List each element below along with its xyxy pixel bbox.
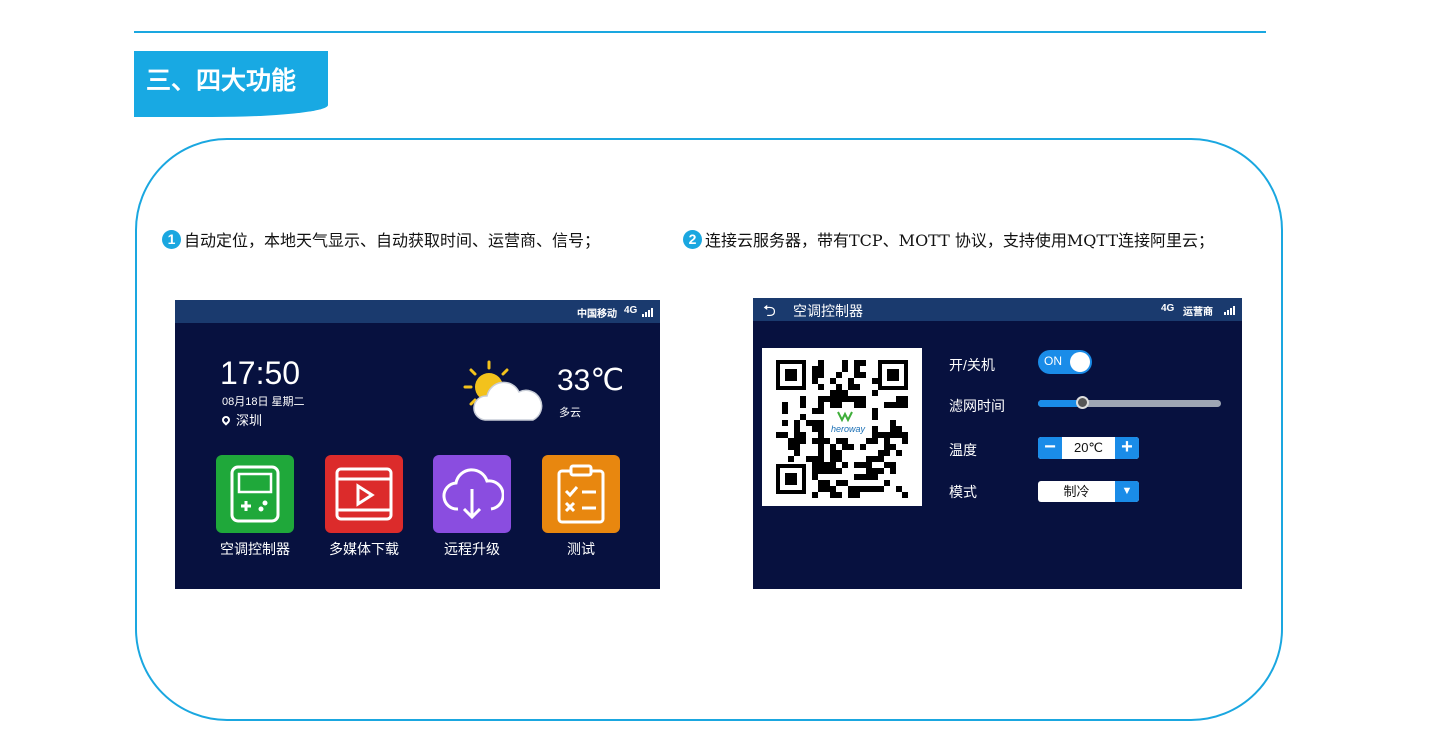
app-label: 测试 xyxy=(567,541,595,557)
feature-2: 2 连接云服务器，带有TCP、MOTT 协议，支持使用MQTT连接阿里云； xyxy=(683,227,1214,251)
date-label: 08月18日 星期二 xyxy=(222,396,305,408)
controller-icon xyxy=(216,455,294,533)
feature-text-1: 自动定位，本地天气显示、自动获取时间、运营商、信号； xyxy=(184,231,601,250)
filter-slider[interactable] xyxy=(1038,396,1221,409)
app-label: 多媒体下载 xyxy=(329,541,399,557)
chevron-down-icon[interactable]: ▼ xyxy=(1115,481,1139,502)
mode-label: 模式 xyxy=(949,484,977,500)
weather-condition: 多云 xyxy=(559,407,581,419)
network-label: 4G xyxy=(624,305,638,316)
feature-number-1: 1 xyxy=(162,229,181,249)
carrier-label: 中国移动 xyxy=(577,309,617,320)
status-bar: 中国移动 4G xyxy=(175,300,660,323)
back-icon[interactable]: ⮌ xyxy=(763,300,776,327)
section-title: 三、四大功能 xyxy=(134,51,328,117)
temp-label: 温度 xyxy=(949,442,977,458)
app-label: 远程升级 xyxy=(444,541,500,557)
power-label: 开/关机 xyxy=(949,357,995,373)
feature-number-2: 2 xyxy=(683,229,702,249)
mode-select[interactable]: 制冷 ▼ xyxy=(1038,481,1139,502)
clock: 17:50 xyxy=(220,355,301,391)
clipboard-icon xyxy=(542,455,620,533)
feature-text-2: 连接云服务器，带有TCP、MOTT 协议，支持使用MQTT连接阿里云； xyxy=(705,231,1215,250)
temperature: 33℃ xyxy=(557,364,625,397)
signal-icon xyxy=(1224,305,1236,315)
slider-thumb[interactable] xyxy=(1075,396,1089,409)
cloud-download-icon xyxy=(433,455,511,533)
toggle-knob xyxy=(1070,352,1090,372)
top-divider xyxy=(134,31,1266,33)
partly-cloudy-icon xyxy=(463,360,543,421)
plus-button[interactable]: + xyxy=(1115,437,1139,459)
city-label: 深圳 xyxy=(236,413,263,428)
app-label: 空调控制器 xyxy=(220,541,290,557)
app-media-download[interactable]: 多媒体下载 xyxy=(324,455,404,559)
temp-value: 20℃ xyxy=(1073,440,1104,455)
mode-value: 制冷 xyxy=(1063,484,1090,499)
qr-code: heroway xyxy=(762,348,922,506)
app-test[interactable]: 测试 xyxy=(541,455,621,559)
play-icon xyxy=(325,455,403,533)
app-remote-upgrade[interactable]: 远程升级 xyxy=(432,455,512,559)
signal-icon xyxy=(642,307,654,317)
home-screen: 中国移动 4G 17:50 08月18日 星期二 深圳 33℃ 多云 空调控制器… xyxy=(175,300,660,589)
feature-1: 1 自动定位，本地天气显示、自动获取时间、运营商、信号； xyxy=(162,227,600,251)
location-pin-icon xyxy=(220,413,232,426)
power-toggle[interactable]: ON xyxy=(1038,350,1092,374)
network-label: 4G xyxy=(1161,303,1175,314)
temp-stepper: − 20℃ + xyxy=(1038,437,1139,459)
carrier-label: 运营商 xyxy=(1183,307,1213,318)
location: 深圳 xyxy=(220,410,263,429)
screen-title: 空调控制器 xyxy=(793,303,863,319)
qr-code-icon: heroway xyxy=(776,360,908,498)
qr-logo-text: heroway xyxy=(831,424,866,434)
filter-label: 滤网时间 xyxy=(949,398,1005,414)
app-ac-controller[interactable]: 空调控制器 xyxy=(215,455,295,559)
minus-button[interactable]: − xyxy=(1038,437,1062,459)
power-state: ON xyxy=(1044,354,1062,368)
ac-controller-screen: ⮌ 空调控制器 4G 运营商 heroway 开/关机 ON 滤网时间 温度 −… xyxy=(753,298,1242,589)
status-bar: ⮌ 空调控制器 4G 运营商 xyxy=(753,298,1242,321)
